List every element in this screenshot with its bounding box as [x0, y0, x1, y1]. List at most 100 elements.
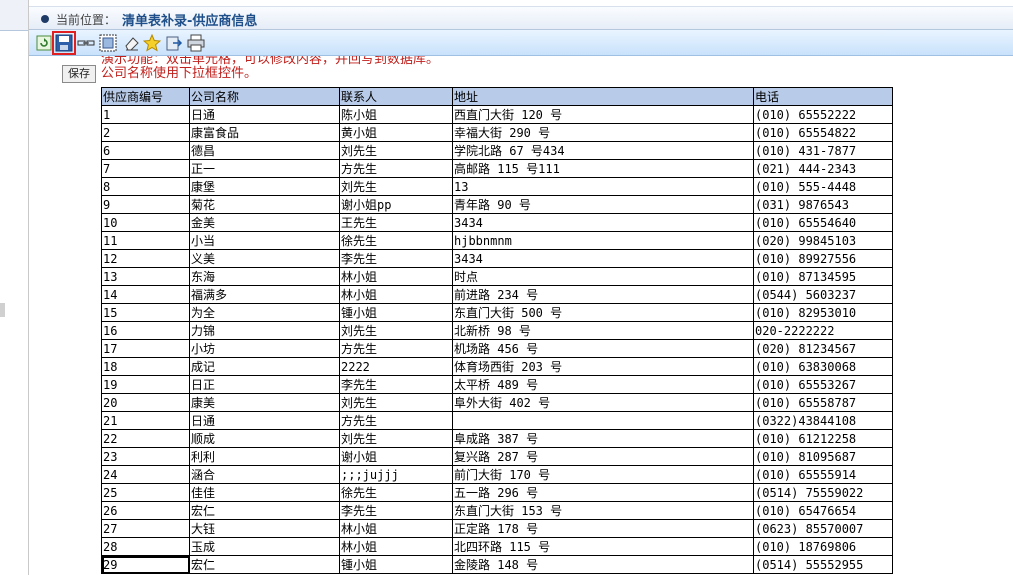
cell-contact[interactable]: 刘先生 [339, 429, 453, 448]
cell-supplier-id[interactable]: 29 [101, 555, 190, 574]
cell-address[interactable]: 东直门大街 153 号 [452, 501, 754, 520]
cell-supplier-id[interactable]: 6 [101, 141, 190, 160]
cell-company[interactable]: 利利 [189, 447, 340, 466]
cell-contact[interactable]: 李先生 [339, 375, 453, 394]
cell-address[interactable]: 时点 [452, 267, 754, 286]
cell-company[interactable]: 东海 [189, 267, 340, 286]
table-row[interactable]: 25 佳佳 徐先生 五一路 296 号 (0514) 75559022 [101, 483, 893, 502]
column-header-contact[interactable]: 联系人 [339, 87, 453, 106]
cell-contact[interactable]: 徐先生 [339, 483, 453, 502]
table-row[interactable]: 17 小坊 方先生 机场路 456 号 (020) 81234567 [101, 339, 893, 358]
cell-supplier-id[interactable]: 21 [101, 411, 190, 430]
table-row[interactable]: 28 玉成 林小姐 北四环路 115 号 (010) 18769806 [101, 537, 893, 556]
cell-supplier-id[interactable]: 18 [101, 357, 190, 376]
cell-contact[interactable]: 刘先生 [339, 141, 453, 160]
cell-phone[interactable]: (010) 65476654 [753, 501, 893, 520]
cell-contact[interactable]: 锺小姐 [339, 555, 453, 574]
cell-company[interactable]: 佳佳 [189, 483, 340, 502]
cell-supplier-id[interactable]: 13 [101, 267, 190, 286]
cell-company[interactable]: 顺成 [189, 429, 340, 448]
cell-phone[interactable]: (010) 65553267 [753, 375, 893, 394]
cell-address[interactable]: 北新桥 98 号 [452, 321, 754, 340]
cell-supplier-id[interactable]: 24 [101, 465, 190, 484]
cell-company[interactable]: 日通 [189, 105, 340, 124]
cell-address[interactable]: 金陵路 148 号 [452, 555, 754, 574]
save-icon[interactable] [52, 31, 76, 55]
column-header-address[interactable]: 地址 [452, 87, 754, 106]
cell-phone[interactable]: (010) 89927556 [753, 249, 893, 268]
table-row[interactable]: 18 成记 2222 体育场西街 203 号 (010) 63830068 [101, 357, 893, 376]
cell-company[interactable]: 涵合 [189, 465, 340, 484]
cell-address[interactable]: 青年路 90 号 [452, 195, 754, 214]
cell-phone[interactable]: (021) 444-2343 [753, 159, 893, 178]
cell-supplier-id[interactable]: 15 [101, 303, 190, 322]
table-row[interactable]: 27 大钰 林小姐 正定路 178 号 (0623) 85570007 [101, 519, 893, 538]
cell-phone[interactable]: (010) 65558787 [753, 393, 893, 412]
cell-phone[interactable]: (010) 82953010 [753, 303, 893, 322]
cell-contact[interactable]: 林小姐 [339, 267, 453, 286]
cell-contact[interactable]: 刘先生 [339, 393, 453, 412]
cell-company[interactable]: 成记 [189, 357, 340, 376]
cell-phone[interactable]: (010) 18769806 [753, 537, 893, 556]
column-header-supplier-id[interactable]: 供应商编号 [101, 87, 190, 106]
cell-contact[interactable]: 刘先生 [339, 321, 453, 340]
table-row[interactable]: 13 东海 林小姐 时点 (010) 87134595 [101, 267, 893, 286]
cell-address[interactable]: 东直门大街 500 号 [452, 303, 754, 322]
cell-address[interactable]: 西直门大街 120 号 [452, 105, 754, 124]
cell-phone[interactable]: 020-2222222 [753, 321, 893, 340]
cell-supplier-id[interactable]: 19 [101, 375, 190, 394]
refresh-icon[interactable] [35, 34, 53, 52]
cell-company[interactable]: 福满多 [189, 285, 340, 304]
cell-address[interactable]: 太平桥 489 号 [452, 375, 754, 394]
cell-address[interactable]: 五一路 296 号 [452, 483, 754, 502]
cell-address[interactable]: 高邮路 115 号111 [452, 159, 754, 178]
cell-address[interactable]: 前进路 234 号 [452, 285, 754, 304]
cell-company[interactable]: 力锦 [189, 321, 340, 340]
cell-contact[interactable]: 2222 [339, 357, 453, 376]
export-icon[interactable] [165, 34, 183, 52]
table-row[interactable]: 24 涵合 ;;;jujjj 前门大街 170 号 (010) 65555914 [101, 465, 893, 484]
table-row[interactable]: 12 义美 李先生 3434 (010) 89927556 [101, 249, 893, 268]
table-row[interactable]: 14 福满多 林小姐 前进路 234 号 (0544) 5603237 [101, 285, 893, 304]
cell-contact[interactable]: 刘先生 [339, 177, 453, 196]
table-row[interactable]: 19 日正 李先生 太平桥 489 号 (010) 65553267 [101, 375, 893, 394]
cell-phone[interactable]: (010) 81095687 [753, 447, 893, 466]
print-icon[interactable] [187, 34, 205, 52]
cell-address[interactable]: 13 [452, 177, 754, 196]
cell-address[interactable]: 前门大街 170 号 [452, 465, 754, 484]
link-icon[interactable] [77, 34, 95, 52]
cell-supplier-id[interactable]: 26 [101, 501, 190, 520]
cell-address[interactable]: 3434 [452, 249, 754, 268]
cell-supplier-id[interactable]: 17 [101, 339, 190, 358]
cell-phone[interactable]: (0322)43844108 [753, 411, 893, 430]
cell-supplier-id[interactable]: 1 [101, 105, 190, 124]
cell-phone[interactable]: (010) 431-7877 [753, 141, 893, 160]
cell-company[interactable]: 玉成 [189, 537, 340, 556]
cell-company[interactable]: 小当 [189, 231, 340, 250]
table-row[interactable]: 7 正一 方先生 高邮路 115 号111 (021) 444-2343 [101, 159, 893, 178]
cell-company[interactable]: 小坊 [189, 339, 340, 358]
star-icon[interactable] [143, 34, 161, 52]
cell-address[interactable] [452, 411, 754, 430]
cell-address[interactable]: 正定路 178 号 [452, 519, 754, 538]
cell-phone[interactable]: (0544) 5603237 [753, 285, 893, 304]
cell-company[interactable]: 宏仁 [189, 501, 340, 520]
cell-phone[interactable]: (010) 63830068 [753, 357, 893, 376]
cell-contact[interactable]: 谢小姐 [339, 447, 453, 466]
cell-phone[interactable]: (010) 65552222 [753, 105, 893, 124]
frame-resize-handle[interactable] [0, 303, 5, 317]
cell-supplier-id[interactable]: 28 [101, 537, 190, 556]
table-row[interactable]: 8 康堡 刘先生 13 (010) 555-4448 [101, 177, 893, 196]
table-row[interactable]: 26 宏仁 李先生 东直门大街 153 号 (010) 65476654 [101, 501, 893, 520]
cell-address[interactable]: 北四环路 115 号 [452, 537, 754, 556]
cell-address[interactable]: 幸福大街 290 号 [452, 123, 754, 142]
cell-supplier-id[interactable]: 2 [101, 123, 190, 142]
cell-phone[interactable]: (020) 81234567 [753, 339, 893, 358]
cell-company[interactable]: 康堡 [189, 177, 340, 196]
cell-phone[interactable]: (010) 555-4448 [753, 177, 893, 196]
cell-address[interactable]: 阜外大街 402 号 [452, 393, 754, 412]
cell-company[interactable]: 康美 [189, 393, 340, 412]
cell-phone[interactable]: (010) 87134595 [753, 267, 893, 286]
cell-address[interactable]: 阜成路 387 号 [452, 429, 754, 448]
cell-phone[interactable]: (010) 61212258 [753, 429, 893, 448]
